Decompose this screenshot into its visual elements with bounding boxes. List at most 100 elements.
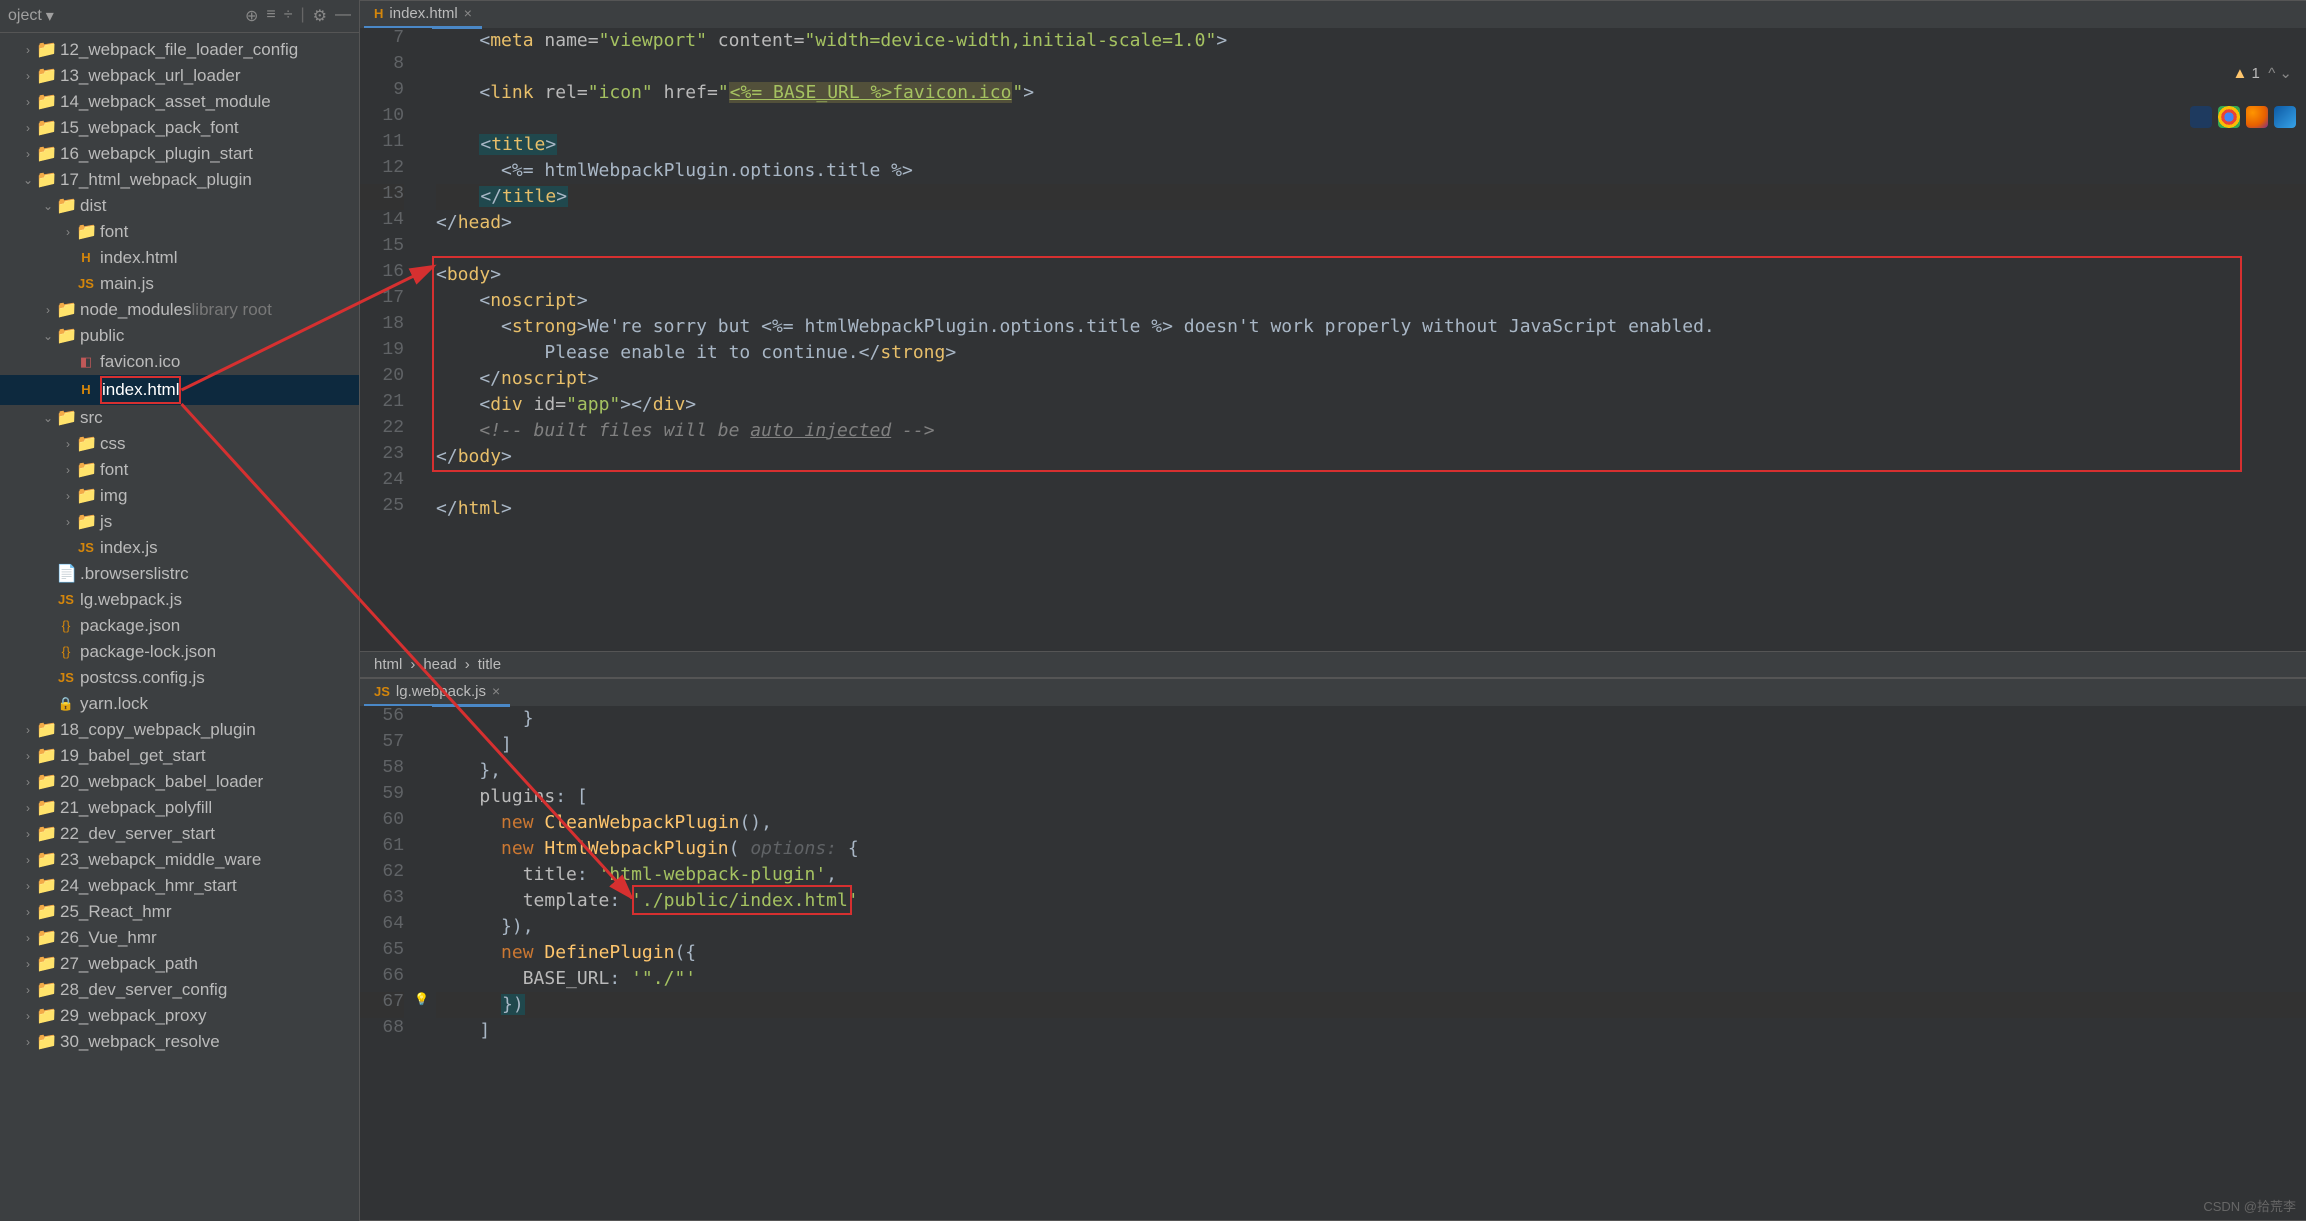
chevron-icon[interactable]: › <box>20 1004 36 1028</box>
fold-gutter[interactable]: 💡 <box>414 706 432 1220</box>
chevron-icon[interactable]: › <box>20 796 36 820</box>
tab-lg-webpack[interactable]: JS lg.webpack.js × <box>364 679 510 707</box>
tree-item[interactable]: ⌄📁17_html_webpack_plugin <box>0 167 359 193</box>
tree-item[interactable]: ⌄📁src <box>0 405 359 431</box>
code-line[interactable]: Please enable it to continue.</strong> <box>436 340 2306 366</box>
tree-item[interactable]: ›📁15_webpack_pack_font <box>0 115 359 141</box>
tree-item[interactable]: 🔒yarn.lock <box>0 691 359 717</box>
code-line[interactable]: new DefinePlugin({ <box>436 940 2306 966</box>
code-line[interactable] <box>436 236 2306 262</box>
tree-item[interactable]: JSlg.webpack.js <box>0 587 359 613</box>
chevron-icon[interactable]: › <box>60 432 76 456</box>
chevron-icon[interactable]: › <box>20 1030 36 1054</box>
edge-icon[interactable] <box>2274 106 2296 128</box>
code-line[interactable]: BASE_URL: '"./"' <box>436 966 2306 992</box>
tree-item[interactable]: ›📁css <box>0 431 359 457</box>
code-line[interactable]: ] <box>436 732 2306 758</box>
tree-item[interactable]: ⌄📁public <box>0 323 359 349</box>
code-line[interactable]: <%= htmlWebpackPlugin.options.title %> <box>436 158 2306 184</box>
chevron-icon[interactable]: › <box>20 64 36 88</box>
tree-item[interactable]: ›📁27_webpack_path <box>0 951 359 977</box>
collapse-icon[interactable]: ≡ <box>266 6 275 26</box>
code-line[interactable]: <noscript> <box>436 288 2306 314</box>
project-tree[interactable]: ›📁12_webpack_file_loader_config›📁13_webp… <box>0 33 359 1221</box>
code-line[interactable]: </head> <box>436 210 2306 236</box>
hide-icon[interactable]: — <box>335 6 351 26</box>
chevron-icon[interactable]: › <box>60 484 76 508</box>
close-icon[interactable]: × <box>492 683 500 699</box>
code-line[interactable]: </html> <box>436 496 2306 522</box>
code-line[interactable]: </title> <box>436 184 2306 210</box>
code-line[interactable] <box>436 470 2306 496</box>
tree-item[interactable]: ›📁16_webapck_plugin_start <box>0 141 359 167</box>
code-line[interactable]: <div id="app"></div> <box>436 392 2306 418</box>
chevron-icon[interactable]: ⌄ <box>40 194 56 218</box>
code-line[interactable]: <link rel="icon" href="<%= BASE_URL %>fa… <box>436 80 2306 106</box>
code-line[interactable]: <!-- built files will be auto injected -… <box>436 418 2306 444</box>
chevron-icon[interactable]: › <box>60 510 76 534</box>
tree-item[interactable]: ›📁font <box>0 457 359 483</box>
tree-item[interactable]: ›📁22_dev_server_start <box>0 821 359 847</box>
tree-item[interactable]: ›📁26_Vue_hmr <box>0 925 359 951</box>
code-line[interactable]: <strong>We're sorry but <%= htmlWebpackP… <box>436 314 2306 340</box>
tree-item[interactable]: ›📁12_webpack_file_loader_config <box>0 37 359 63</box>
code-line[interactable]: title: 'html-webpack-plugin', <box>436 862 2306 888</box>
code-line[interactable]: ] <box>436 1018 2306 1044</box>
crumb[interactable]: title <box>478 656 501 673</box>
code-line[interactable]: plugins: [ <box>436 784 2306 810</box>
tree-item[interactable]: ›📁30_webpack_resolve <box>0 1029 359 1055</box>
tab-index-html[interactable]: H index.html × <box>364 1 482 29</box>
chevron-icon[interactable]: › <box>40 298 56 322</box>
chevron-icon[interactable]: › <box>20 848 36 872</box>
chevron-icon[interactable]: › <box>20 822 36 846</box>
code-line[interactable]: <title> <box>436 132 2306 158</box>
warning-badge[interactable]: ▲ 1 ^ ⌄ <box>2233 64 2293 82</box>
code-line[interactable]: </noscript> <box>436 366 2306 392</box>
tree-item[interactable]: ⌄📁dist <box>0 193 359 219</box>
tree-item[interactable]: ›📁13_webpack_url_loader <box>0 63 359 89</box>
chevron-icon[interactable]: › <box>20 718 36 742</box>
tree-item[interactable]: ›📁21_webpack_polyfill <box>0 795 359 821</box>
chevron-icon[interactable]: › <box>20 900 36 924</box>
crumb[interactable]: html <box>374 656 402 673</box>
code-area[interactable]: } ] }, plugins: [ new CleanWebpackPlugin… <box>432 706 2306 1220</box>
chevron-icon[interactable]: › <box>20 952 36 976</box>
chrome-icon[interactable] <box>2218 106 2240 128</box>
tree-item[interactable]: ›📁20_webpack_babel_loader <box>0 769 359 795</box>
ide-icon[interactable] <box>2190 106 2212 128</box>
tree-item[interactable]: ›📁25_React_hmr <box>0 899 359 925</box>
tree-item[interactable]: ›📁29_webpack_proxy <box>0 1003 359 1029</box>
tree-item[interactable]: JSmain.js <box>0 271 359 297</box>
code-line[interactable]: } <box>436 706 2306 732</box>
chevron-icon[interactable]: ⌄ <box>40 324 56 348</box>
chevron-icon[interactable]: › <box>20 38 36 62</box>
chevron-icon[interactable]: › <box>60 220 76 244</box>
tree-item[interactable]: 📄.browserslistrc <box>0 561 359 587</box>
code-line[interactable]: </body> <box>436 444 2306 470</box>
code-line[interactable]: new HtmlWebpackPlugin( options: { <box>436 836 2306 862</box>
tree-item[interactable]: ◧favicon.ico <box>0 349 359 375</box>
tree-item[interactable]: ›📁19_babel_get_start <box>0 743 359 769</box>
tree-item[interactable]: ›📁28_dev_server_config <box>0 977 359 1003</box>
tree-item[interactable]: ›📁js <box>0 509 359 535</box>
code-line[interactable]: }) <box>436 992 2306 1018</box>
tree-item[interactable]: Hindex.html <box>0 245 359 271</box>
firefox-icon[interactable] <box>2246 106 2268 128</box>
code-area[interactable]: <meta name="viewport" content="width=dev… <box>432 28 2306 651</box>
tree-item[interactable]: ›📁node_modules library root <box>0 297 359 323</box>
chevron-icon[interactable]: ⌄ <box>20 168 36 192</box>
tree-item[interactable]: Hindex.html <box>0 375 359 405</box>
tree-item[interactable]: {}package-lock.json <box>0 639 359 665</box>
close-icon[interactable]: × <box>464 5 472 21</box>
tree-item[interactable]: ›📁14_webpack_asset_module <box>0 89 359 115</box>
chevron-icon[interactable]: › <box>20 770 36 794</box>
chevron-icon[interactable]: › <box>60 458 76 482</box>
code-line[interactable]: <body> <box>436 262 2306 288</box>
code-line[interactable] <box>436 106 2306 132</box>
tree-item[interactable]: ›📁23_webapck_middle_ware <box>0 847 359 873</box>
chevron-icon[interactable]: ⌄ <box>40 406 56 430</box>
tree-item[interactable]: ›📁18_copy_webpack_plugin <box>0 717 359 743</box>
chevron-icon[interactable]: › <box>20 142 36 166</box>
expand-icon[interactable]: ÷ <box>284 6 293 26</box>
tree-item[interactable]: JSpostcss.config.js <box>0 665 359 691</box>
